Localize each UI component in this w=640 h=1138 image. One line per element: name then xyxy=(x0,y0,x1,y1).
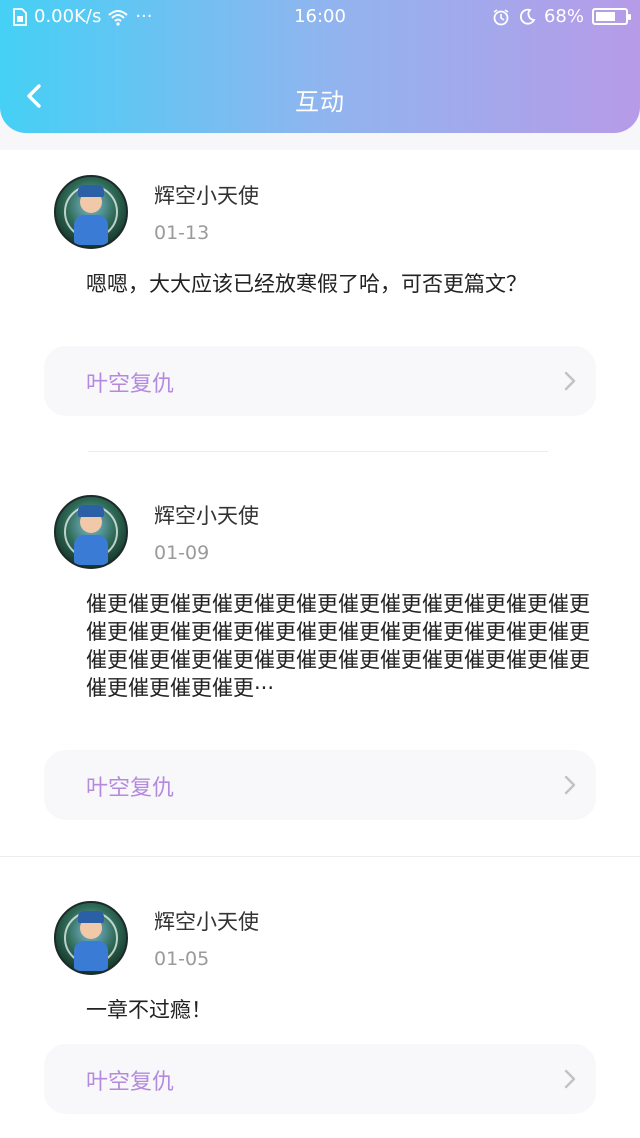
header-bar: 0.00K/s ··· 16:00 68% 互动 xyxy=(0,0,640,133)
post-date: 01-05 xyxy=(154,948,210,970)
username[interactable]: 辉空小天使 xyxy=(154,906,259,936)
chevron-right-icon xyxy=(564,1069,576,1089)
username[interactable]: 辉空小天使 xyxy=(154,180,259,210)
battery-icon xyxy=(592,8,631,25)
avatar[interactable] xyxy=(54,901,128,975)
divider xyxy=(0,856,640,857)
chevron-right-icon xyxy=(564,775,576,795)
comment-text: 一章不过瘾！ xyxy=(86,998,212,1022)
reply-target-button[interactable]: 叶空复仇 xyxy=(44,1044,596,1114)
nav-bar: 互动 xyxy=(0,64,640,128)
reply-target-button[interactable]: 叶空复仇 xyxy=(44,750,596,820)
reply-target-label: 叶空复仇 xyxy=(86,776,175,801)
username[interactable]: 辉空小天使 xyxy=(154,500,259,530)
battery-fill xyxy=(596,12,616,21)
comment-list: 辉空小天使 01-13 嗯嗯，大大应该已经放寒假了哈，可否更篇文？ 叶空复仇 辉… xyxy=(0,150,640,1138)
reply-target-label: 叶空复仇 xyxy=(86,1070,175,1095)
avatar[interactable] xyxy=(54,495,128,569)
status-bar: 0.00K/s ··· 16:00 68% xyxy=(0,0,640,34)
comment-text: 催更催更催更催更催更催更催更催更催更催更催更催更催更催更催更催更催更催更催更催更… xyxy=(86,592,590,700)
avatar[interactable] xyxy=(54,175,128,249)
reply-target-button[interactable]: 叶空复仇 xyxy=(44,346,596,416)
comment-text: 嗯嗯，大大应该已经放寒假了哈，可否更篇文？ xyxy=(86,272,527,296)
reply-target-label: 叶空复仇 xyxy=(86,372,175,397)
post-date: 01-09 xyxy=(154,542,210,564)
divider xyxy=(88,451,548,452)
battery-percent: 68% xyxy=(543,6,584,27)
alarm-icon xyxy=(493,8,509,25)
chevron-right-icon xyxy=(564,371,576,391)
post-date: 01-13 xyxy=(154,222,210,244)
page-title: 互动 xyxy=(295,88,345,116)
moon-icon xyxy=(519,8,536,24)
